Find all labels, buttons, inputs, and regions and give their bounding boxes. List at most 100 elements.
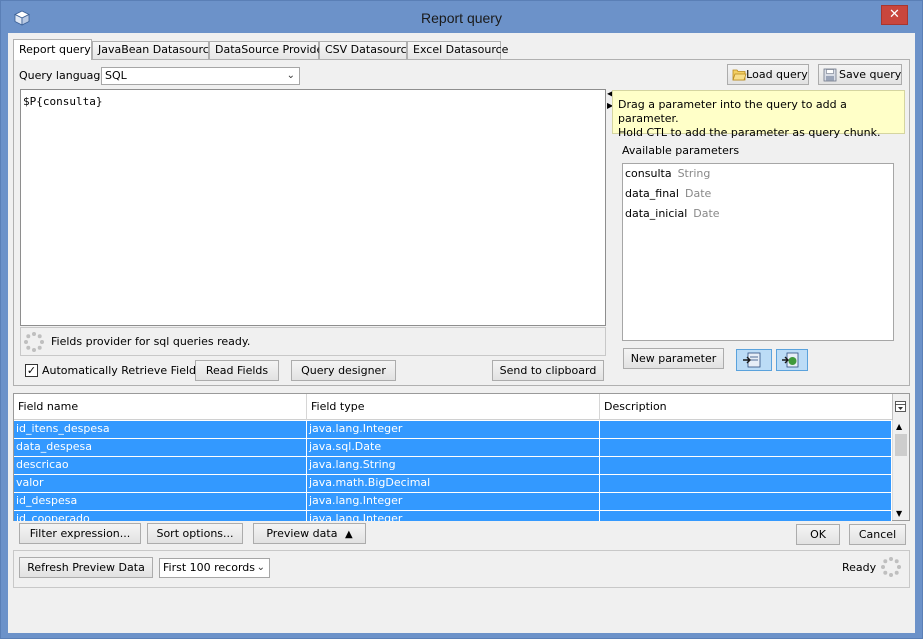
parameter-type: Date: [684, 187, 712, 200]
tab-csv-datasource[interactable]: CSV Datasource: [319, 41, 413, 59]
fields-table: Field name Field type Description id_ite…: [13, 393, 910, 521]
triangle-up-icon: ▲: [344, 529, 353, 540]
scroll-up-icon[interactable]: ▲: [896, 422, 902, 431]
window-title: Report query: [421, 10, 502, 26]
new-parameter-button[interactable]: New parameter: [623, 348, 724, 369]
available-parameters-list[interactable]: consulta String data_final Date data_inici…: [622, 163, 894, 341]
loading-spinner-icon: [881, 557, 901, 577]
query-designer-button[interactable]: Query designer: [291, 360, 396, 381]
query-editor[interactable]: $P{consulta}: [20, 89, 606, 326]
cell-field-name: id_itens_despesa: [14, 421, 307, 439]
table-row[interactable]: descricao java.lang.String: [14, 457, 892, 475]
add-parameter-chunk-button[interactable]: [776, 349, 808, 371]
table-row[interactable]: id_itens_despesa java.lang.Integer: [14, 421, 892, 439]
cell-field-type: java.lang.Integer: [307, 493, 600, 511]
insert-parameter-icon: [743, 352, 761, 368]
scroll-down-icon[interactable]: ▼: [896, 509, 902, 518]
tab-javabean-datasource[interactable]: JavaBean Datasource: [92, 41, 216, 59]
refresh-preview-data-button[interactable]: Refresh Preview Data: [19, 557, 153, 578]
load-query-button[interactable]: Load query: [727, 64, 809, 85]
insert-chunk-icon: [782, 352, 799, 368]
report-query-panel: Query language SQL ⌄ Load query Save que…: [13, 59, 910, 386]
save-query-button[interactable]: Save query: [818, 64, 902, 85]
cell-field-type: java.lang.String: [307, 457, 600, 475]
fields-provider-status: Fields provider for sql queries ready.: [20, 327, 606, 356]
records-limit-select[interactable]: First 100 records ⌄: [159, 558, 270, 578]
parameter-type: Date: [693, 207, 720, 220]
column-header-field-type[interactable]: Field type: [307, 394, 600, 420]
checkmark-icon: ✓: [26, 364, 37, 377]
read-fields-button[interactable]: Read Fields: [195, 360, 279, 381]
column-chooser-button[interactable]: [892, 394, 909, 420]
preview-data-label: Preview data: [266, 527, 338, 540]
filter-expression-button[interactable]: Filter expression...: [19, 523, 141, 544]
cell-description: [600, 457, 892, 475]
chevron-down-icon: ⌄: [286, 70, 295, 81]
chevron-down-icon: ⌄: [256, 562, 265, 573]
table-row[interactable]: id_despesa java.lang.Integer: [14, 493, 892, 511]
save-disk-icon: [823, 68, 837, 82]
cell-description: [600, 475, 892, 493]
fields-table-header: Field name Field type Description: [14, 394, 894, 420]
cell-field-type: java.lang.Integer: [307, 421, 600, 439]
close-icon: ✕: [889, 7, 900, 22]
cell-field-name: data_despesa: [14, 439, 307, 457]
cell-description: [600, 421, 892, 439]
close-button[interactable]: ✕: [881, 5, 908, 25]
sort-options-button[interactable]: Sort options...: [147, 523, 243, 544]
parameter-type: String: [677, 167, 711, 180]
scrollbar-thumb[interactable]: [895, 434, 907, 456]
cell-field-type: java.lang.Integer: [307, 511, 600, 521]
title-bar[interactable]: Report query ✕: [1, 1, 922, 33]
add-parameter-to-query-button[interactable]: [736, 349, 772, 371]
cancel-button[interactable]: Cancel: [849, 524, 906, 545]
query-language-label: Query language: [19, 69, 108, 82]
parameter-name: data_inicial: [625, 207, 688, 220]
preview-data-button[interactable]: Preview data ▲: [253, 523, 366, 544]
column-header-field-name[interactable]: Field name: [14, 394, 307, 420]
table-row[interactable]: data_despesa java.sql.Date: [14, 439, 892, 457]
report-query-window: Report query ✕ Report query JavaBean Dat…: [0, 0, 923, 639]
fields-table-scrollbar[interactable]: ▲ ▼: [892, 420, 909, 520]
tab-excel-datasource[interactable]: Excel Datasource: [407, 41, 508, 59]
save-query-label: Save query: [839, 68, 902, 81]
cell-field-type: java.sql.Date: [307, 439, 600, 457]
query-language-value: SQL: [105, 69, 127, 82]
preview-status-text: Ready: [842, 561, 877, 574]
parameter-hint-line2: Hold CTL to add the parameter as query c…: [618, 126, 881, 139]
send-to-clipboard-button[interactable]: Send to clipboard: [492, 360, 604, 381]
cell-field-name: descricao: [14, 457, 307, 475]
parameter-item[interactable]: data_final Date: [625, 187, 891, 207]
fields-table-body: id_itens_despesa java.lang.Integer data_…: [14, 421, 892, 521]
column-header-description[interactable]: Description: [600, 394, 894, 420]
column-chooser-icon: [895, 401, 906, 412]
cell-field-name: id_cooperado: [14, 511, 307, 521]
parameter-hint-line1: Drag a parameter into the query to add a…: [618, 98, 847, 125]
parameter-name: consulta: [625, 167, 672, 180]
tab-report-query[interactable]: Report query: [13, 39, 92, 60]
table-row[interactable]: valor java.math.BigDecimal: [14, 475, 892, 493]
cell-field-name: id_despesa: [14, 493, 307, 511]
parameter-item[interactable]: consulta String: [625, 167, 891, 187]
table-row[interactable]: id_cooperado java.lang.Integer: [14, 511, 892, 521]
available-parameters-label: Available parameters: [622, 144, 740, 157]
folder-open-icon: [732, 69, 747, 81]
loading-spinner-icon: [24, 332, 44, 352]
cell-description: [600, 439, 892, 457]
auto-retrieve-label: Automatically Retrieve Fields: [42, 364, 202, 377]
dialog-client-area: Report query JavaBean Datasource DataSou…: [8, 33, 915, 633]
load-query-label: Load query: [746, 68, 808, 81]
cell-field-name: valor: [14, 475, 307, 493]
cell-description: [600, 511, 892, 521]
preview-toolbar: Refresh Preview Data First 100 records ⌄…: [13, 550, 910, 588]
tab-datasource-provider[interactable]: DataSource Provider: [209, 41, 328, 59]
cell-description: [600, 493, 892, 511]
auto-retrieve-checkbox[interactable]: ✓: [25, 364, 38, 377]
ok-button[interactable]: OK: [796, 524, 840, 545]
query-language-select[interactable]: SQL ⌄: [101, 67, 300, 85]
records-limit-value: First 100 records: [163, 561, 256, 574]
fields-provider-status-text: Fields provider for sql queries ready.: [51, 335, 251, 348]
cell-field-type: java.math.BigDecimal: [307, 475, 600, 493]
parameter-hint: Drag a parameter into the query to add a…: [612, 90, 905, 139]
parameter-item[interactable]: data_inicial Date: [625, 207, 891, 227]
